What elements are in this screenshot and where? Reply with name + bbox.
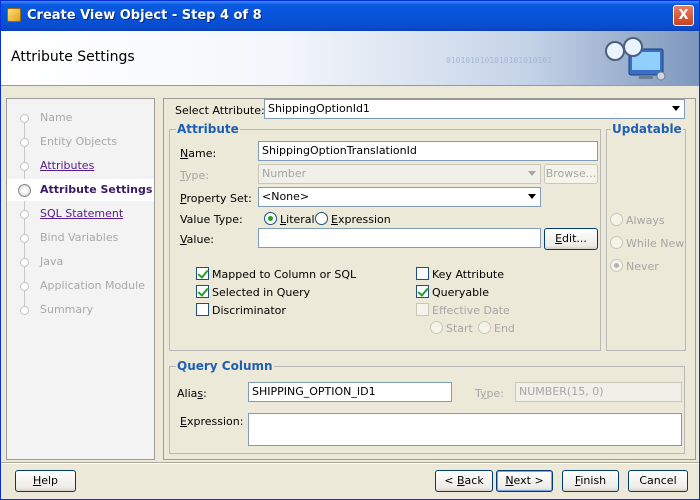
current-step-dot-icon: [18, 184, 31, 197]
step-label: Attribute Settings: [40, 183, 153, 196]
step-java: Java: [7, 251, 154, 273]
always-label: Always: [626, 214, 665, 227]
while-new-label: While New: [626, 237, 685, 250]
chevron-down-icon: [672, 106, 680, 111]
step-dot-icon: [20, 210, 29, 219]
select-attribute-value: ShippingOptionId1: [268, 102, 370, 115]
value-field[interactable]: [258, 228, 541, 248]
footer-separator: [1, 462, 699, 464]
step-label: Application Module: [40, 279, 145, 292]
property-set-dropdown[interactable]: <None>: [258, 187, 541, 207]
effective-date-label: Effective Date: [432, 304, 510, 317]
step-label: Summary: [40, 303, 94, 316]
cancel-button[interactable]: Cancel: [628, 470, 688, 492]
start-label: Start: [446, 322, 473, 335]
name-label: Name:: [180, 147, 217, 160]
key-attribute-checkbox[interactable]: [416, 267, 429, 280]
step-attribute-settings: Attribute Settings: [7, 179, 154, 201]
attribute-group-title: Attribute: [176, 122, 240, 136]
selected-in-query-checkbox[interactable]: [196, 285, 209, 298]
step-dot-icon: [20, 138, 29, 147]
select-attribute-label: Select Attribute:: [175, 104, 265, 117]
start-radio[interactable]: [430, 321, 443, 334]
step-dot-icon: [20, 282, 29, 291]
property-set-value: <None>: [262, 190, 310, 203]
step-sql-statement[interactable]: SQL Statement: [7, 203, 154, 225]
wizard-steps-panel: Name Entity Objects Attributes Attribute…: [6, 98, 155, 460]
discriminator-checkbox[interactable]: [196, 303, 209, 316]
step-application-module: Application Module: [7, 275, 154, 297]
query-expression-label: Expression:: [180, 415, 244, 428]
property-set-label: Property Set:: [180, 192, 252, 205]
mapped-to-column-checkbox[interactable]: [196, 267, 209, 280]
effective-date-checkbox[interactable]: [416, 303, 429, 316]
selected-in-query-label[interactable]: Selected in Query: [212, 286, 310, 299]
always-radio[interactable]: [610, 213, 623, 226]
type-value: Number: [262, 167, 307, 180]
create-view-object-dialog: Create View Object - Step 4 of 8 X Attri…: [0, 0, 700, 500]
glasses-monitor-icon: [605, 37, 666, 81]
step-label: Name: [40, 111, 73, 124]
step-label[interactable]: SQL Statement: [40, 207, 123, 220]
header-binary-decoration: 0101010101010101010101: [446, 56, 552, 65]
value-label: Value:: [180, 233, 214, 246]
step-dot-icon: [20, 234, 29, 243]
mapped-to-column-label[interactable]: Mapped to Column or SQL: [212, 268, 356, 281]
step-attributes[interactable]: Attributes: [7, 155, 154, 177]
back-button[interactable]: < Back: [435, 470, 493, 492]
never-radio[interactable]: [610, 259, 623, 272]
step-entity-objects: Entity Objects: [7, 131, 154, 153]
step-dot-icon: [20, 162, 29, 171]
literal-radio[interactable]: [264, 212, 277, 225]
attribute-settings-panel: Select Attribute: ShippingOptionId1 Attr…: [163, 98, 696, 460]
step-dot-icon: [20, 306, 29, 315]
type-label: Type:: [180, 169, 209, 182]
query-column-group-title: Query Column: [176, 359, 274, 373]
browse-button[interactable]: Browse...: [544, 164, 598, 184]
never-label: Never: [626, 260, 659, 273]
expression-radio[interactable]: [315, 212, 328, 225]
app-icon: [7, 8, 21, 22]
step-dot-icon: [20, 258, 29, 267]
type-dropdown[interactable]: Number: [258, 164, 541, 184]
finish-button[interactable]: Finish: [562, 470, 619, 492]
help-button[interactable]: Help: [15, 470, 76, 492]
page-title: Attribute Settings: [11, 49, 135, 65]
step-bind-variables: Bind Variables: [7, 227, 154, 249]
key-attribute-label[interactable]: Key Attribute: [432, 268, 504, 281]
step-label: Entity Objects: [40, 135, 118, 148]
chevron-down-icon: [528, 171, 536, 176]
step-label[interactable]: Attributes: [40, 159, 94, 172]
query-type-label: Type:: [475, 387, 504, 400]
chevron-down-icon: [528, 194, 536, 199]
edit-button[interactable]: Edit...: [544, 228, 598, 250]
queryable-label[interactable]: Queryable: [432, 286, 489, 299]
end-radio[interactable]: [478, 321, 491, 334]
select-attribute-dropdown[interactable]: ShippingOptionId1: [264, 99, 685, 119]
step-label: Java: [40, 255, 64, 268]
updatable-group-title: Updatable: [611, 122, 683, 136]
next-button[interactable]: Next >: [496, 470, 553, 492]
query-expression-field[interactable]: [248, 413, 682, 446]
step-dot-icon: [20, 114, 29, 123]
step-label: Bind Variables: [40, 231, 119, 244]
alias-field[interactable]: SHIPPING_OPTION_ID1: [248, 382, 452, 402]
query-type-field[interactable]: NUMBER(15, 0): [515, 382, 682, 402]
name-field[interactable]: ShippingOptionTranslationId: [258, 141, 598, 161]
window-title: Create View Object - Step 4 of 8: [27, 8, 262, 23]
while-new-radio[interactable]: [610, 236, 623, 249]
end-label: End: [494, 322, 515, 335]
alias-label: Alias:: [177, 387, 207, 400]
expression-radio-label[interactable]: Expression: [331, 213, 391, 226]
queryable-checkbox[interactable]: [416, 285, 429, 298]
wizard-header: Attribute Settings 010101010101010101010…: [1, 31, 699, 86]
close-button[interactable]: X: [673, 5, 694, 26]
discriminator-label[interactable]: Discriminator: [212, 304, 286, 317]
title-bar[interactable]: Create View Object - Step 4 of 8 X: [1, 1, 699, 31]
step-summary: Summary: [7, 299, 154, 321]
literal-label[interactable]: Literal: [280, 213, 315, 226]
step-name: Name: [7, 107, 154, 129]
value-type-label: Value Type:: [180, 213, 243, 226]
